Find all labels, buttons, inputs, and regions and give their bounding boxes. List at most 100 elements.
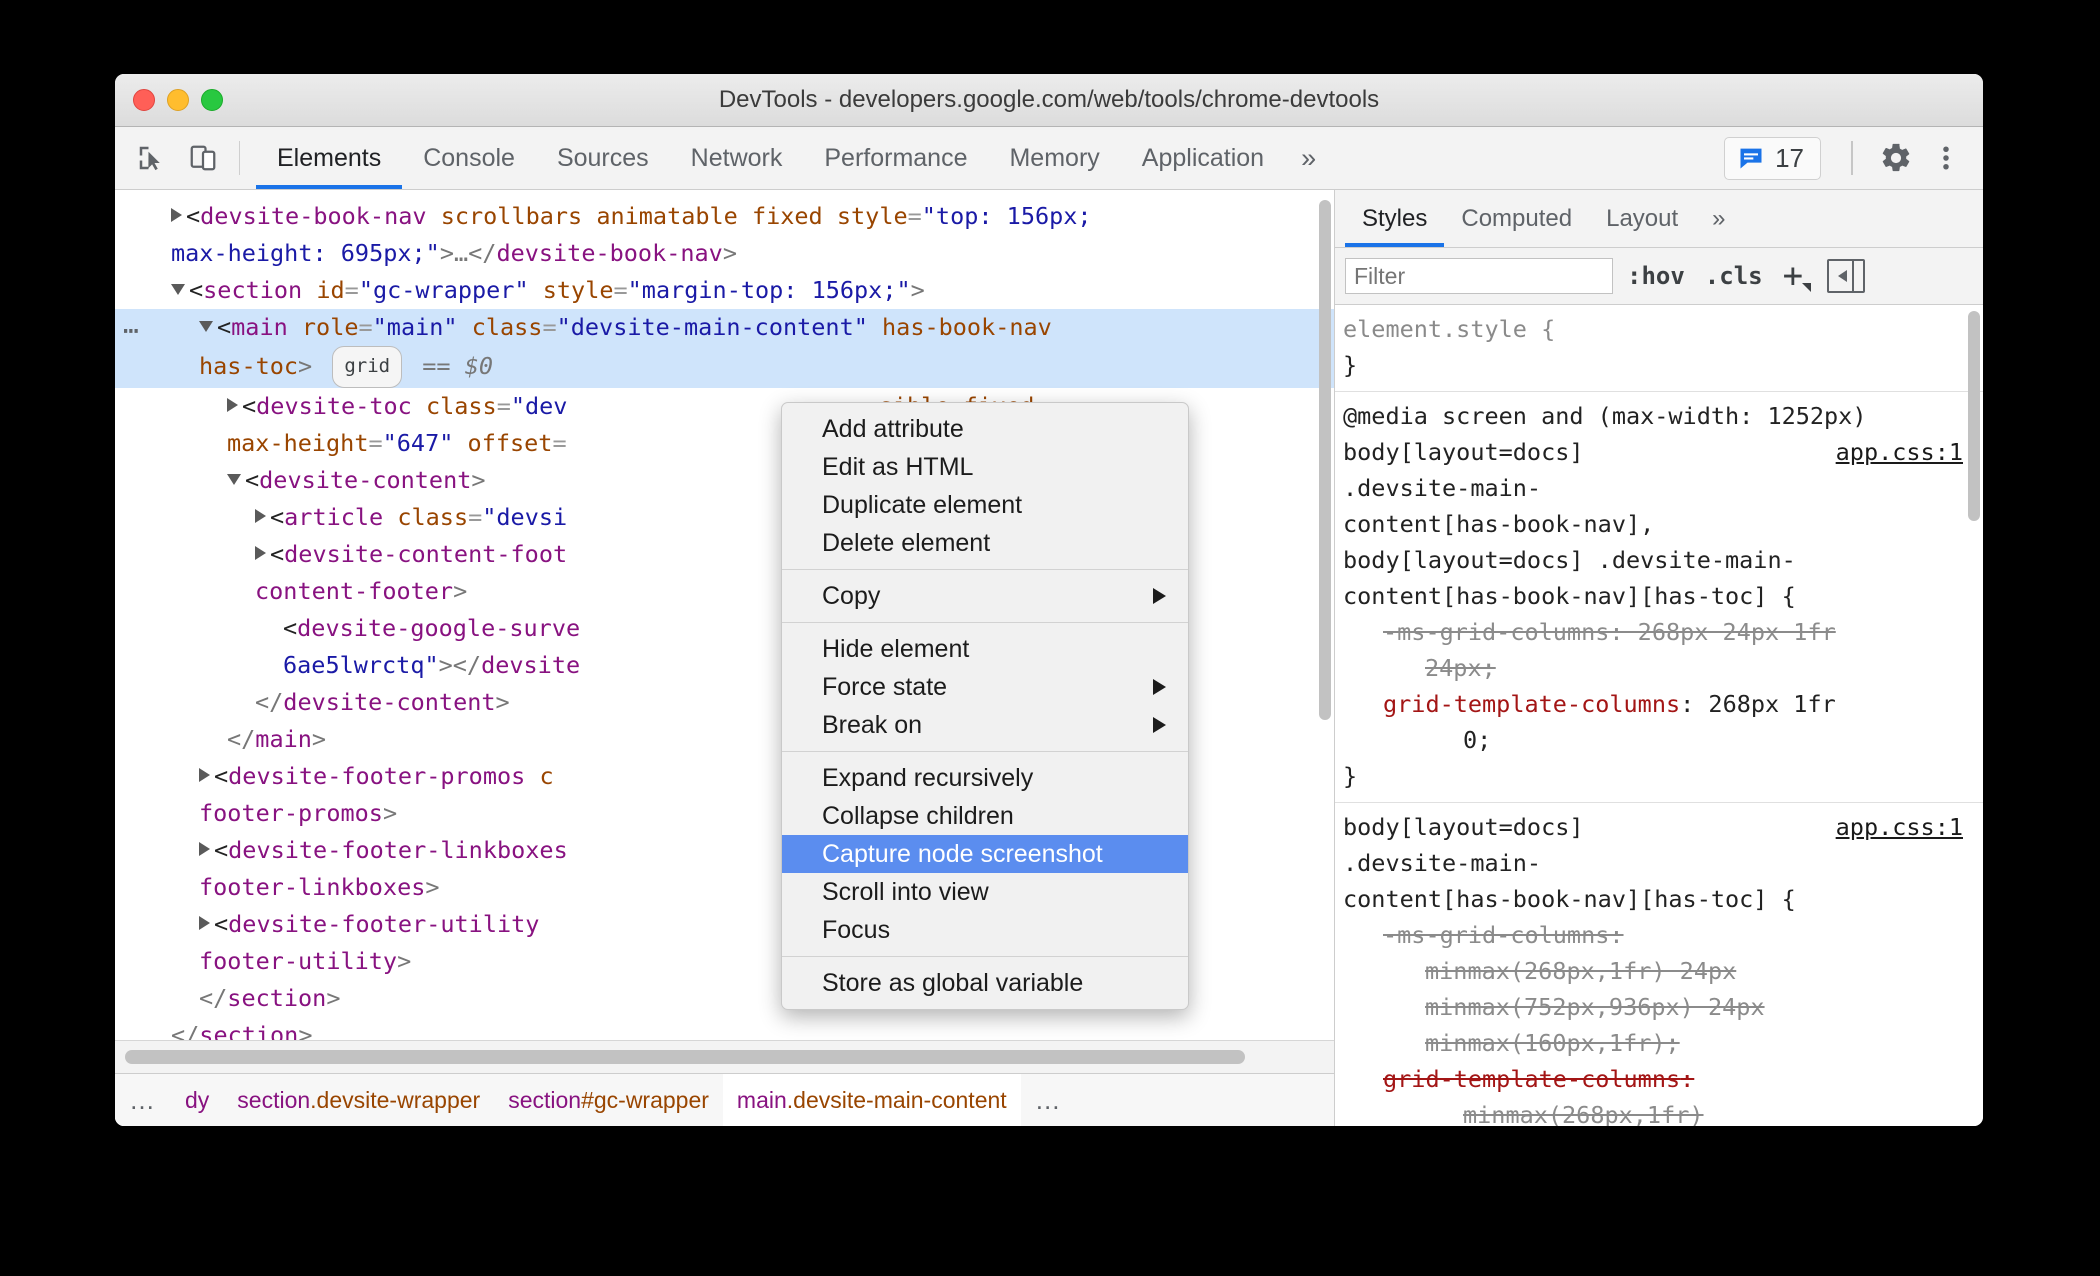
css-declaration[interactable]: -ms-grid-columns: [1343, 917, 1969, 953]
menu-item-store-as-global-variable[interactable]: Store as global variable [782, 964, 1188, 1002]
css-declaration[interactable]: grid-template-columns: 268px 1fr [1343, 686, 1969, 722]
css-property-name: grid-template-columns [1383, 1065, 1681, 1093]
tab-application[interactable]: Application [1121, 127, 1285, 189]
tab-layout[interactable]: Layout [1589, 190, 1695, 247]
rule-source-link[interactable]: app.css:1 [1836, 809, 1963, 845]
message-count-label: 17 [1775, 142, 1804, 173]
dom-tree-node[interactable]: max-height: 695px;">…</devsite-book-nav> [115, 235, 1334, 272]
styles-vertical-scrollbar[interactable] [1968, 311, 1980, 521]
collapse-triangle-icon[interactable] [199, 321, 213, 332]
rule-selector[interactable]: element.style { [1343, 315, 1555, 343]
element-classes-button[interactable]: .cls [1699, 262, 1769, 290]
dom-horizontal-scrollbar-track[interactable] [115, 1040, 1334, 1073]
tab-sources[interactable]: Sources [536, 127, 670, 189]
css-declaration-cont[interactable]: 24px; [1343, 650, 1969, 686]
tab-computed-label: Computed [1461, 204, 1573, 232]
inspect-cursor-icon[interactable] [125, 127, 177, 189]
breadcrumb-item-main-devsite-main-content[interactable]: main .devsite-main-content [722, 1074, 1021, 1126]
tab-console[interactable]: Console [402, 127, 536, 189]
submenu-arrow-icon [1153, 588, 1166, 604]
menu-item-expand-recursively[interactable]: Expand recursively [782, 759, 1188, 797]
rule-selector-line[interactable]: .devsite-main- [1343, 470, 1969, 506]
close-window-button[interactable] [133, 89, 155, 111]
menu-item-edit-as-html[interactable]: Edit as HTML [782, 448, 1188, 486]
styles-filter-input[interactable] [1345, 258, 1613, 294]
css-declaration-cont[interactable]: minmax(268px,1fr) 24px [1343, 953, 1969, 989]
breadcrumb-overflow-right[interactable]: … [1021, 1074, 1077, 1126]
tab-performance[interactable]: Performance [803, 127, 988, 189]
menu-item-capture-node-screenshot[interactable]: Capture node screenshot [782, 835, 1188, 873]
rule-selector-line[interactable]: body[layout=docs] .devsite-main- [1343, 542, 1969, 578]
menu-item-add-attribute[interactable]: Add attribute [782, 410, 1188, 448]
collapse-triangle-icon[interactable] [171, 284, 185, 295]
sidebar-toggle-icon[interactable] [1827, 259, 1866, 293]
dom-vertical-scrollbar[interactable] [1319, 200, 1331, 720]
expand-triangle-icon[interactable] [199, 768, 210, 782]
css-declaration[interactable]: grid-template-columns: [1343, 1061, 1969, 1097]
tab-network[interactable]: Network [670, 127, 804, 189]
dom-tree-node[interactable]: </section> [115, 1017, 1334, 1040]
menu-item-copy[interactable]: Copy [782, 577, 1188, 615]
styles-more-tabs-chevron-icon[interactable]: » [1695, 190, 1742, 247]
message-bubble-icon [1740, 148, 1762, 169]
css-declaration-cont[interactable]: minmax(268px,1fr) [1343, 1097, 1969, 1126]
tab-computed[interactable]: Computed [1444, 190, 1589, 247]
rule-closing-brace: } [1343, 351, 1358, 379]
menu-item-hide-element[interactable]: Hide element [782, 630, 1188, 668]
css-declaration-cont[interactable]: 0; [1343, 722, 1969, 758]
expand-triangle-icon[interactable] [227, 398, 238, 412]
breadcrumb-overflow-left[interactable]: … [115, 1074, 171, 1126]
menu-item-collapse-children[interactable]: Collapse children [782, 797, 1188, 835]
rule-selector-line[interactable]: body[layout=docs] [1343, 438, 1584, 466]
menu-item-label: Duplicate element [822, 490, 1023, 519]
menu-item-duplicate-element[interactable]: Duplicate element [782, 486, 1188, 524]
tab-styles[interactable]: Styles [1345, 190, 1445, 247]
style-rule-media-max-width-1252: @media screen and (max-width: 1252px) bo… [1335, 392, 1983, 803]
dom-tree-node[interactable]: has-toc> grid == $0 [115, 346, 1334, 388]
expand-triangle-icon[interactable] [199, 916, 210, 930]
three-dots-vertical-icon[interactable] [1923, 143, 1969, 173]
menu-item-break-on[interactable]: Break on [782, 706, 1188, 744]
node-more-button[interactable]: ⋯ [123, 318, 141, 344]
expand-triangle-icon[interactable] [255, 546, 266, 560]
breadcrumb-item-body[interactable]: dy [171, 1074, 223, 1126]
rule-selector-line[interactable]: body[layout=docs] [1343, 813, 1584, 841]
submenu-arrow-icon [1153, 717, 1166, 733]
dom-horizontal-scrollbar-thumb[interactable] [125, 1050, 1245, 1064]
breadcrumb-item-section-gc-wrapper[interactable]: section #gc-wrapper [494, 1074, 723, 1126]
window-traffic-lights [133, 89, 223, 111]
css-declaration-cont[interactable]: minmax(160px,1fr); [1343, 1025, 1969, 1061]
gear-icon[interactable] [1873, 141, 1919, 175]
device-toolbar-icon[interactable] [177, 127, 229, 189]
css-declaration-cont[interactable]: minmax(752px,936px) 24px [1343, 989, 1969, 1025]
expand-triangle-icon[interactable] [255, 509, 266, 523]
plus-icon[interactable]: + [1777, 256, 1813, 296]
message-count-button[interactable]: 17 [1724, 136, 1821, 180]
dom-tree-node[interactable]: ⋯ <main role="main" class="devsite-main-c… [115, 309, 1334, 346]
styles-rules-list[interactable]: element.style { } @media screen and (max… [1335, 305, 1983, 1126]
menu-item-force-state[interactable]: Force state [782, 668, 1188, 706]
menu-item-delete-element[interactable]: Delete element [782, 524, 1188, 562]
rule-source-link[interactable]: app.css:1 [1836, 434, 1963, 470]
expand-triangle-icon[interactable] [199, 842, 210, 856]
rule-selector-line[interactable]: content[has-book-nav], [1343, 506, 1969, 542]
more-panels-chevron-icon[interactable]: » [1285, 127, 1332, 189]
dom-tree-node[interactable]: <devsite-book-nav scrollbars animatable … [115, 198, 1334, 235]
collapse-triangle-icon[interactable] [227, 474, 241, 485]
rule-selector-line[interactable]: content[has-book-nav][has-toc] { [1343, 881, 1969, 917]
minimize-window-button[interactable] [167, 89, 189, 111]
rule-selector-line[interactable]: .devsite-main- [1343, 845, 1969, 881]
menu-item-focus[interactable]: Focus [782, 911, 1188, 949]
tab-performance-label: Performance [824, 143, 968, 172]
css-declaration[interactable]: -ms-grid-columns: 268px 24px 1fr [1343, 614, 1969, 650]
tab-memory[interactable]: Memory [988, 127, 1120, 189]
breadcrumb-item-section-devsite-wrapper[interactable]: section .devsite-wrapper [223, 1074, 494, 1126]
force-hover-state-button[interactable]: :hov [1621, 262, 1691, 290]
menu-item-scroll-into-view[interactable]: Scroll into view [782, 873, 1188, 911]
rule-selector-line[interactable]: content[has-book-nav][has-toc] { [1343, 578, 1969, 614]
tab-elements[interactable]: Elements [256, 127, 403, 189]
expand-triangle-icon[interactable] [171, 208, 182, 222]
maximize-window-button[interactable] [201, 89, 223, 111]
dom-tree-node[interactable]: <section id="gc-wrapper" style="margin-t… [115, 272, 1334, 309]
tab-console-label: Console [423, 143, 515, 172]
